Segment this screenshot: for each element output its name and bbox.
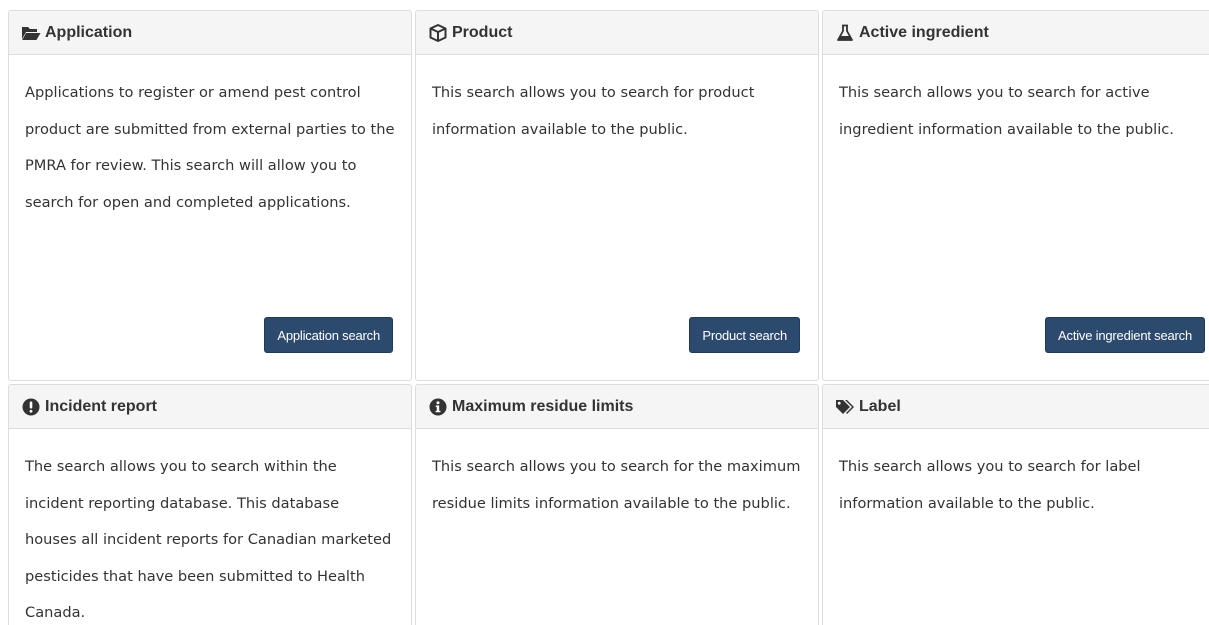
maximum-residue-limits-panel: Maximum residue limits This search allow…	[415, 384, 819, 625]
maximum-residue-limits-panel-title: Maximum residue limits	[452, 397, 634, 415]
application-panel: Application Applications to register or …	[8, 10, 412, 381]
maximum-residue-limits-panel-heading: Maximum residue limits	[416, 385, 818, 429]
incident-report-panel: Incident report The search allows you to…	[8, 384, 412, 625]
application-panel-title: Application	[45, 23, 133, 41]
active-ingredient-panel-description: This search allows you to search for act…	[839, 84, 1174, 138]
product-panel-description: This search allows you to search for pro…	[432, 84, 755, 138]
label-panel-heading: Label	[823, 385, 1209, 429]
label-panel-title: Label	[859, 397, 901, 415]
product-panel-title: Product	[452, 23, 513, 41]
active-ingredient-panel-title: Active ingredient	[859, 23, 989, 41]
maximum-residue-limits-panel-description: This search allows you to search for the…	[432, 458, 801, 512]
folder-open-icon	[21, 24, 41, 42]
cube-icon	[428, 23, 448, 42]
info-circle-icon	[428, 398, 448, 416]
incident-report-panel-description: The search allows you to search within t…	[25, 458, 392, 622]
incident-report-panel-heading: Incident report	[9, 385, 411, 429]
tags-icon	[835, 398, 855, 416]
label-panel: Label This search allows you to search f…	[822, 384, 1209, 625]
active-ingredient-panel: Active ingredient This search allows you…	[822, 10, 1209, 381]
product-panel: Product This search allows you to search…	[415, 10, 819, 381]
product-search-button[interactable]: Product search	[689, 317, 800, 353]
application-panel-heading: Application	[9, 11, 411, 55]
active-ingredient-panel-heading: Active ingredient	[823, 11, 1209, 55]
application-panel-description: Applications to register or amend pest c…	[25, 84, 395, 211]
application-search-button[interactable]: Application search	[264, 317, 393, 353]
search-panels-grid: Application Applications to register or …	[8, 10, 1209, 625]
label-panel-description: This search allows you to search for lab…	[839, 458, 1141, 512]
product-panel-heading: Product	[416, 11, 818, 55]
incident-report-panel-title: Incident report	[45, 397, 158, 415]
flask-icon	[835, 24, 855, 42]
active-ingredient-search-button[interactable]: Active ingredient search	[1045, 317, 1205, 353]
exclamation-circle-icon	[21, 398, 41, 416]
